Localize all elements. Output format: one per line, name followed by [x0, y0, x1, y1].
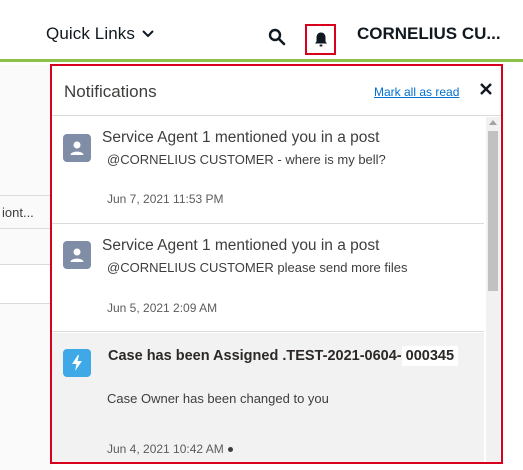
notifications-list: Service Agent 1 mentioned you in a post … [52, 117, 484, 462]
background-truncated-text: iont... [2, 205, 34, 220]
top-header: Quick Links CORNELIUS CU... [0, 0, 523, 62]
background-field [0, 264, 52, 304]
notifications-bell-button[interactable] [305, 24, 336, 55]
mark-all-as-read-link[interactable]: Mark all as read [374, 85, 459, 99]
notification-body: @CORNELIUS CUSTOMER - where is my bell? [107, 152, 386, 167]
case-title-prefix: Case has been Assigned .TEST-2021-0604- [108, 348, 402, 364]
notifications-title: Notifications [64, 82, 157, 101]
notifications-panel: Notifications Mark all as read Service A… [50, 64, 503, 464]
notification-time: Jun 7, 2021 11:53 PM [107, 192, 224, 206]
divider [0, 195, 50, 196]
quick-links-menu[interactable]: Quick Links [46, 24, 155, 44]
notification-item[interactable]: Service Agent 1 mentioned you in a post … [52, 117, 484, 224]
scroll-up-arrow-icon[interactable] [489, 120, 497, 125]
notification-title: Service Agent 1 mentioned you in a post [102, 129, 380, 146]
lightning-icon [63, 349, 91, 377]
notification-time-wrap: Jun 4, 2021 10:42 AM [107, 442, 233, 456]
chevron-down-icon [142, 30, 154, 38]
notification-body: @CORNELIUS CUSTOMER please send more fil… [107, 260, 408, 275]
user-icon [63, 134, 91, 162]
notification-title: Service Agent 1 mentioned you in a post [102, 237, 380, 254]
notifications-header: Notifications Mark all as read [52, 66, 501, 116]
notification-title: Case has been Assigned .TEST-2021-0604- 0… [108, 346, 459, 366]
close-icon[interactable] [478, 81, 494, 97]
notification-time: Jun 5, 2021 2:09 AM [107, 301, 218, 315]
notification-body: Case Owner has been changed to you [107, 391, 329, 406]
case-number: 000345 [401, 346, 459, 366]
divider [0, 228, 50, 229]
notification-item-unread[interactable]: Case has been Assigned .TEST-2021-0604- 0… [52, 333, 484, 462]
scrollbar[interactable] [486, 117, 500, 462]
quick-links-label: Quick Links [46, 24, 135, 43]
user-menu[interactable]: CORNELIUS CU... [357, 24, 501, 44]
bell-icon [314, 32, 327, 47]
scrollbar-thumb[interactable] [488, 131, 498, 291]
search-icon[interactable] [268, 28, 286, 46]
notification-item[interactable]: Service Agent 1 mentioned you in a post … [52, 225, 484, 332]
notification-time: Jun 4, 2021 10:42 AM [107, 442, 224, 456]
user-icon [63, 241, 91, 269]
unread-dot-icon [227, 447, 233, 453]
